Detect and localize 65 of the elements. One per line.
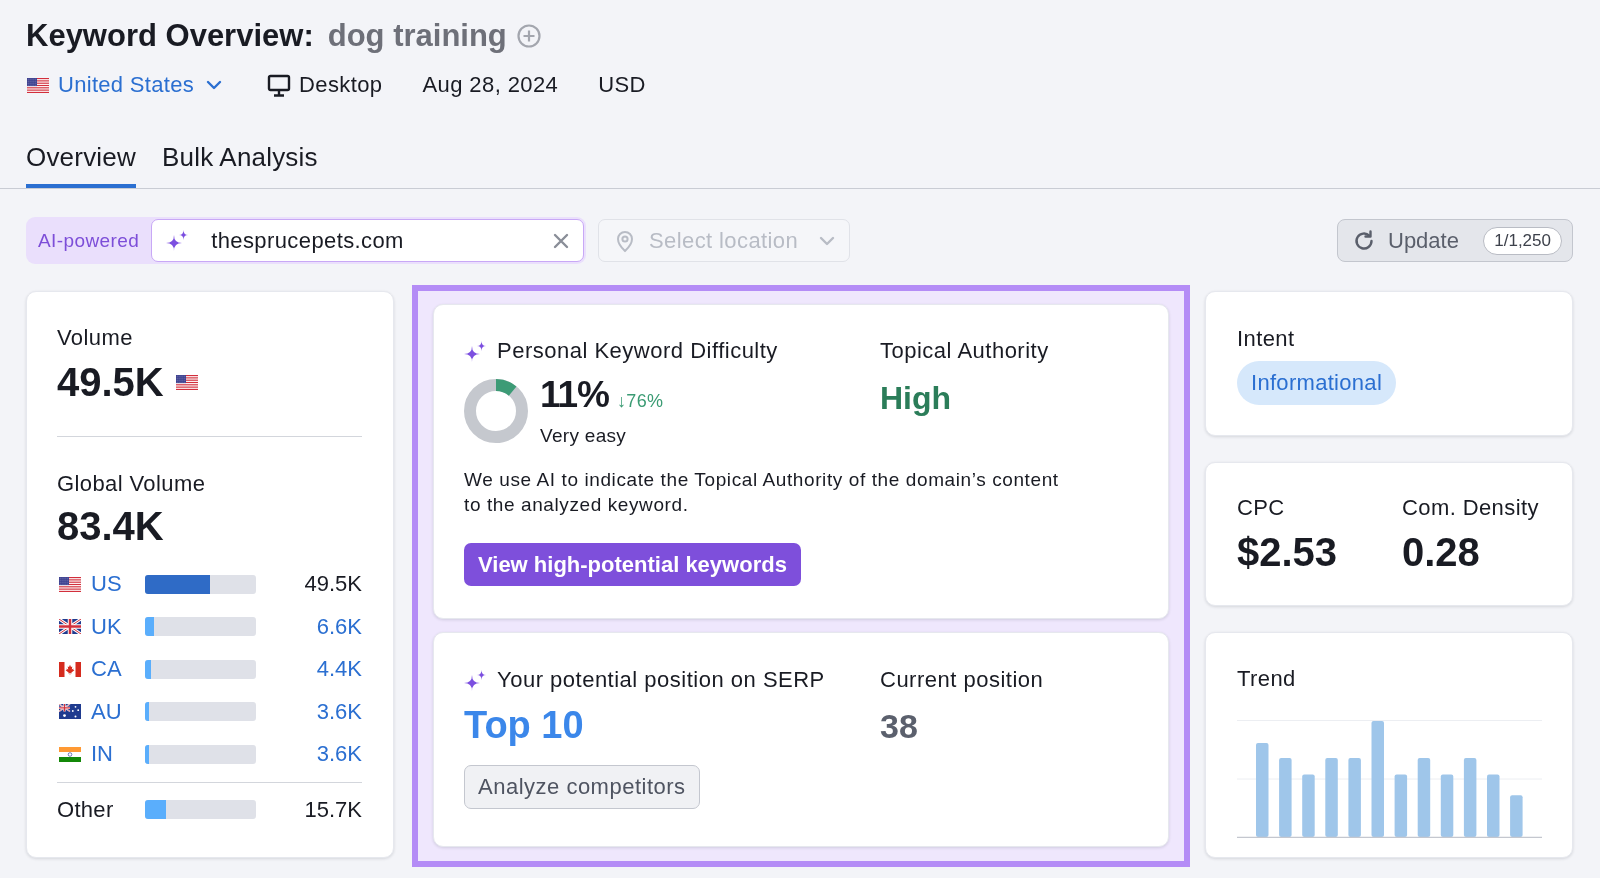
- device-label: Desktop: [299, 71, 383, 99]
- density-value: 0.28: [1402, 530, 1481, 574]
- refresh-icon: [1352, 228, 1376, 253]
- usage-counter: 1/1,250: [1483, 226, 1562, 255]
- tab[interactable]: Overview: [26, 128, 136, 188]
- difficulty-score: 11%: [540, 375, 609, 415]
- sparkle-icon: [166, 230, 189, 251]
- note-text: We use AI to indicate the Topical Authority of the domain’s content to the analyzed keyword.: [464, 468, 1060, 517]
- global-volume-label: Global Volume: [57, 472, 207, 496]
- analyze-button[interactable]: Analyze competitors: [464, 765, 700, 809]
- flag-icon: [59, 619, 81, 635]
- keyword-text: dog training: [327, 17, 507, 55]
- country-link[interactable]: IN: [91, 741, 145, 768]
- ai-powered-label: AI-powered: [38, 229, 140, 252]
- country-link[interactable]: UK: [91, 613, 145, 640]
- flag-icon: [175, 374, 198, 390]
- potential-position: Top 10: [464, 703, 585, 747]
- database-dropdown[interactable]: United States: [26, 72, 222, 98]
- page-title: Keyword Overview:: [26, 17, 314, 55]
- country-link[interactable]: AU: [91, 698, 145, 725]
- current-position: 38: [880, 706, 919, 747]
- cpc-label: CPC: [1237, 496, 1286, 520]
- difficulty-rating: Very easy: [540, 425, 628, 447]
- view-keywords-button[interactable]: View high-potential keywords: [464, 543, 801, 586]
- domain-field[interactable]: thesprucepets.com: [151, 219, 584, 262]
- card-title: Your potential position on SERP: [497, 668, 825, 692]
- flag-icon: [59, 661, 81, 677]
- flag-icon: [59, 576, 81, 592]
- card-title: Topical Authority: [880, 339, 1049, 363]
- close-icon[interactable]: [553, 232, 569, 249]
- flag-icon: [59, 704, 81, 720]
- volume-value: 49.5K: [303, 571, 362, 598]
- global-volume-value: 83.4K: [57, 504, 165, 548]
- domain-input[interactable]: thesprucepets.com: [211, 225, 553, 256]
- flag-icon: [27, 77, 49, 93]
- volume-value: 15.7K: [303, 796, 362, 823]
- trend-label: Trend: [1237, 667, 1297, 691]
- density-label: Com. Density: [1402, 496, 1540, 520]
- currency-label: USD: [598, 71, 646, 99]
- tab[interactable]: Bulk Analysis: [161, 128, 318, 188]
- monitor-icon: [267, 73, 291, 97]
- sparkle-icon: [464, 669, 486, 691]
- score-change: ↓76%: [617, 391, 664, 412]
- flag-icon: [59, 746, 81, 762]
- intent-tag: Informational: [1237, 361, 1397, 405]
- date-label: Aug 28, 2024: [422, 71, 559, 99]
- volume-value: 49.5K: [57, 360, 164, 404]
- location-input[interactable]: Select location: [649, 225, 819, 256]
- card-title: Personal Keyword Difficulty: [497, 339, 778, 363]
- volume-link[interactable]: 3.6K: [256, 698, 362, 725]
- cpc-value: $2.53: [1237, 530, 1339, 574]
- volume-label: Volume: [57, 326, 134, 350]
- sparkle-icon: [464, 340, 486, 362]
- volume-link[interactable]: 6.6K: [256, 613, 362, 640]
- intent-label: Intent: [1237, 327, 1296, 351]
- card-title: Current position: [880, 668, 1044, 692]
- plus-circle-icon[interactable]: [516, 24, 541, 48]
- country-link[interactable]: US: [91, 571, 145, 598]
- location-select[interactable]: Select location: [598, 219, 850, 262]
- volume-link[interactable]: 4.4K: [256, 656, 362, 683]
- volume-link[interactable]: 3.6K: [256, 741, 362, 768]
- other-label: Other: [57, 796, 115, 823]
- authority-value: High: [880, 379, 953, 418]
- update-button[interactable]: Update 1/1,250: [1337, 219, 1573, 262]
- country-link[interactable]: CA: [91, 656, 145, 683]
